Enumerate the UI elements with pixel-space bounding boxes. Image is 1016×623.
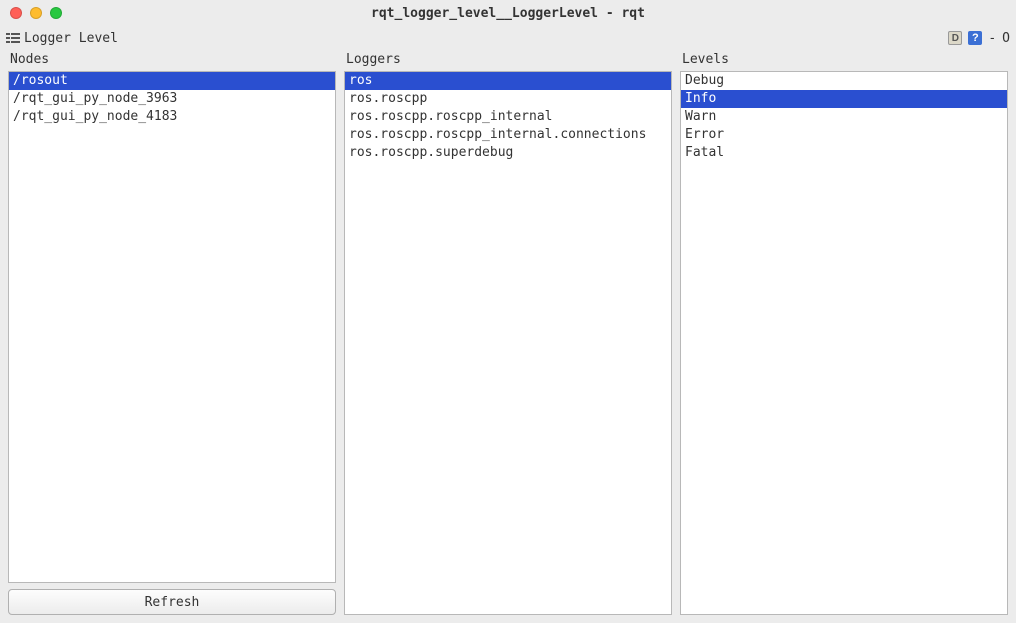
help-icon[interactable]: ? <box>968 31 982 45</box>
level-item[interactable]: Fatal <box>681 144 1007 162</box>
logger-item[interactable]: ros <box>345 72 671 90</box>
nodes-listbox[interactable]: /rosout/rqt_gui_py_node_3963/rqt_gui_py_… <box>8 71 336 583</box>
logger-item[interactable]: ros.roscpp.superdebug <box>345 144 671 162</box>
window-title: rqt_logger_level__LoggerLevel - rqt <box>10 6 1006 21</box>
toolbar-dash: - <box>988 31 996 46</box>
nodes-column: Nodes /rosout/rqt_gui_py_node_3963/rqt_g… <box>8 50 336 615</box>
nodes-header: Nodes <box>8 50 336 71</box>
logger-item[interactable]: ros.roscpp.roscpp_internal <box>345 108 671 126</box>
node-item[interactable]: /rqt_gui_py_node_3963 <box>9 90 335 108</box>
logger-item[interactable]: ros.roscpp <box>345 90 671 108</box>
levels-listbox[interactable]: DebugInfoWarnErrorFatal <box>680 71 1008 615</box>
level-item[interactable]: Info <box>681 90 1007 108</box>
plugin-title: Logger Level <box>24 31 118 46</box>
toolbar: Logger Level D ? - O <box>0 26 1016 50</box>
loggers-header: Loggers <box>344 50 672 71</box>
levels-column: Levels DebugInfoWarnErrorFatal <box>680 50 1008 615</box>
logger-item[interactable]: ros.roscpp.roscpp_internal.connections <box>345 126 671 144</box>
titlebar: rqt_logger_level__LoggerLevel - rqt <box>0 0 1016 26</box>
level-item[interactable]: Debug <box>681 72 1007 90</box>
loggers-column: Loggers rosros.roscppros.roscpp.roscpp_i… <box>344 50 672 615</box>
minimize-icon[interactable] <box>30 7 42 19</box>
maximize-icon[interactable] <box>50 7 62 19</box>
toolbar-right: D ? - O <box>948 31 1010 46</box>
toolbar-o: O <box>1002 31 1010 46</box>
node-item[interactable]: /rosout <box>9 72 335 90</box>
traffic-lights <box>10 7 62 19</box>
close-icon[interactable] <box>10 7 22 19</box>
levels-header: Levels <box>680 50 1008 71</box>
level-item[interactable]: Warn <box>681 108 1007 126</box>
dock-icon[interactable]: D <box>948 31 962 45</box>
loggers-listbox[interactable]: rosros.roscppros.roscpp.roscpp_internalr… <box>344 71 672 615</box>
logger-list-icon <box>6 32 20 44</box>
refresh-button[interactable]: Refresh <box>8 589 336 615</box>
node-item[interactable]: /rqt_gui_py_node_4183 <box>9 108 335 126</box>
toolbar-left: Logger Level <box>6 31 118 46</box>
level-item[interactable]: Error <box>681 126 1007 144</box>
content: Nodes /rosout/rqt_gui_py_node_3963/rqt_g… <box>0 50 1016 623</box>
